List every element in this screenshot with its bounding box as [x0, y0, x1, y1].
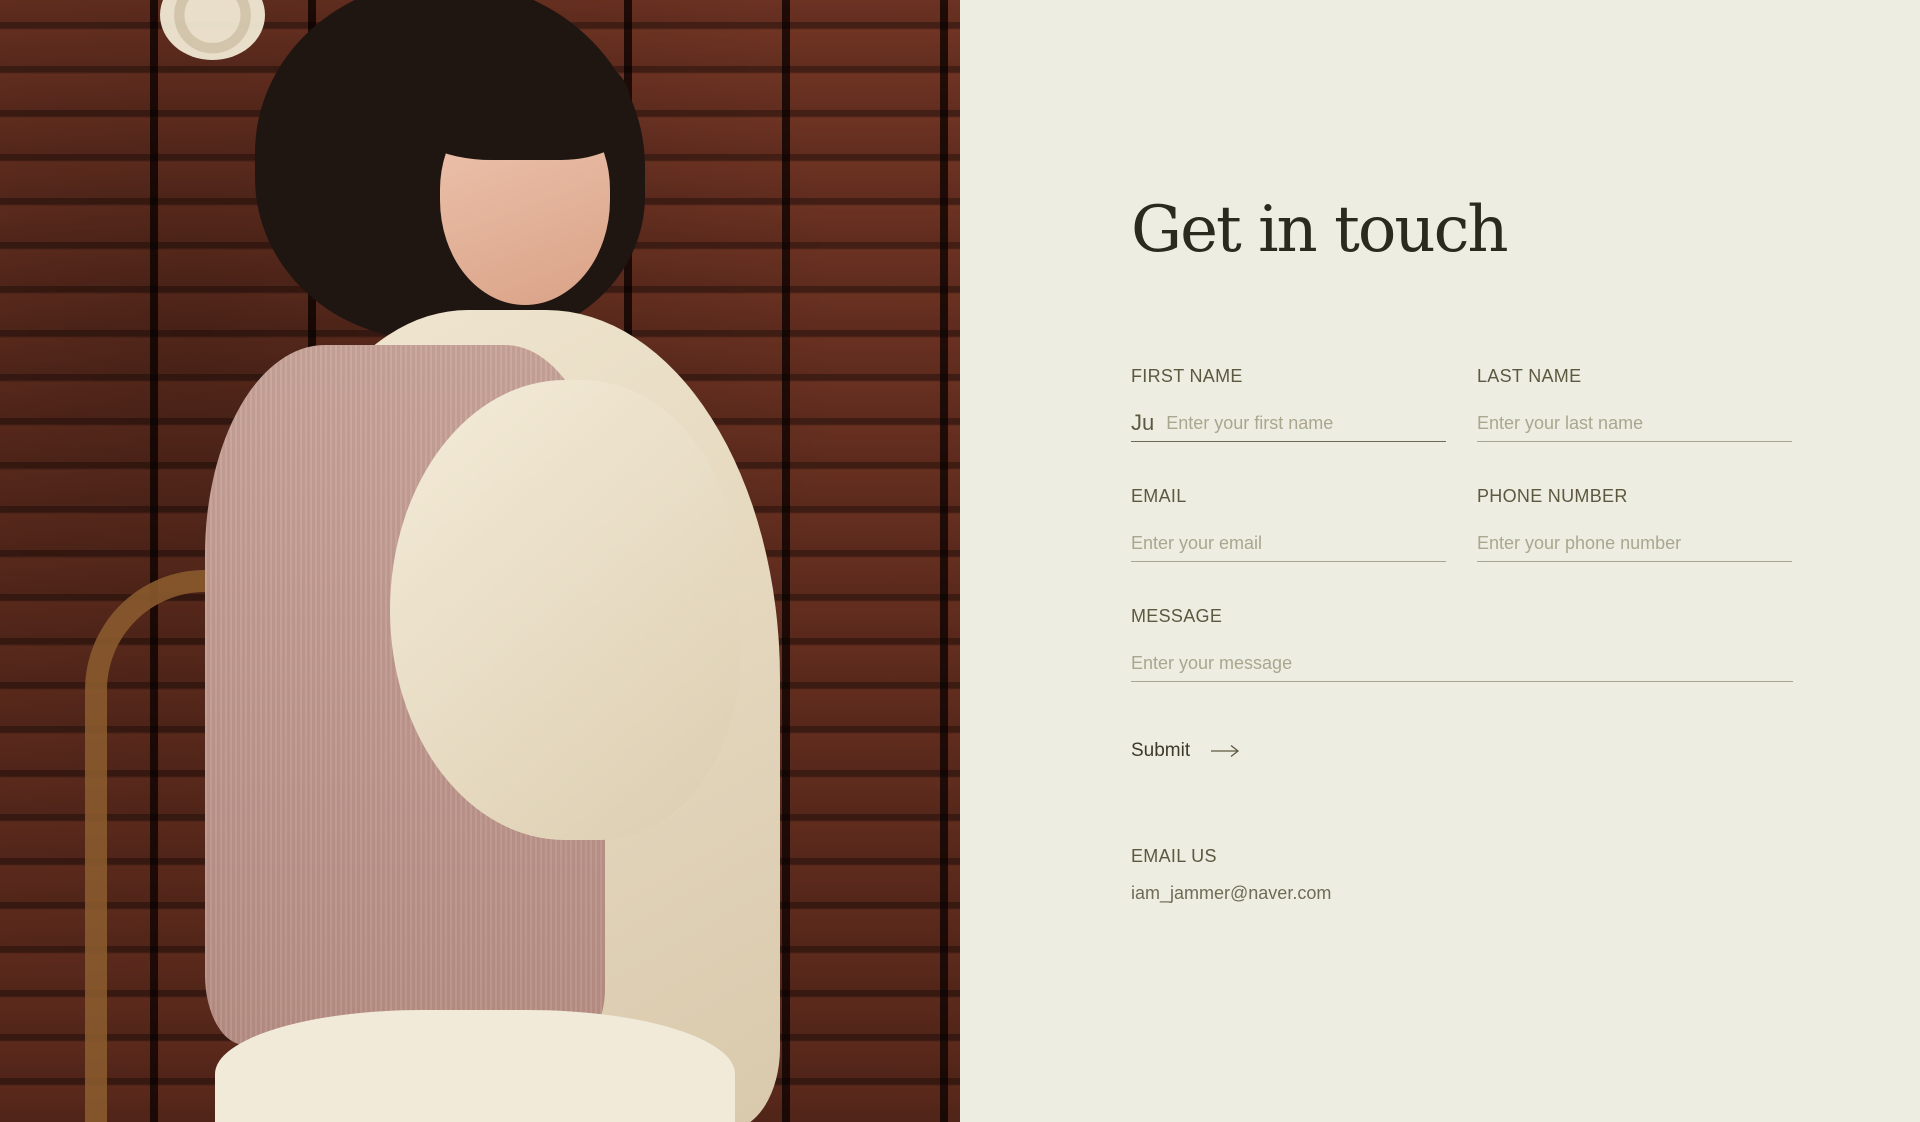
- submit-label: Submit: [1131, 740, 1191, 761]
- email-label: EMAIL: [1131, 486, 1187, 506]
- message-label: MESSAGE: [1131, 606, 1223, 626]
- email-field: EMAIL: [1131, 486, 1446, 562]
- contact-row: EMAIL PHONE NUMBER: [1131, 486, 1796, 562]
- last-name-line: [1477, 409, 1792, 442]
- phone-field: PHONE NUMBER: [1477, 486, 1792, 562]
- first-name-label: FIRST NAME: [1131, 366, 1243, 386]
- last-name-label: LAST NAME: [1477, 366, 1582, 386]
- phone-line: [1477, 529, 1792, 562]
- submit-button[interactable]: Submit: [1131, 740, 1240, 762]
- blouse-sleeve: [390, 380, 740, 840]
- first-name-input[interactable]: [1166, 410, 1446, 436]
- first-name-typed-value: Ju: [1131, 410, 1155, 435]
- phone-label: PHONE NUMBER: [1477, 486, 1628, 506]
- last-name-field: LAST NAME: [1477, 366, 1792, 442]
- email-us-label: EMAIL US: [1131, 846, 1217, 866]
- first-name-line: Ju: [1131, 409, 1446, 442]
- hero-photo: [0, 0, 960, 1122]
- message-field: MESSAGE: [1131, 606, 1793, 682]
- contact-panel: Get in touch FIRST NAME Ju LAST NAME: [960, 0, 1920, 1122]
- model-bangs: [400, 40, 630, 160]
- white-skirt: [215, 1010, 735, 1122]
- phone-input[interactable]: [1477, 530, 1792, 556]
- contact-form: FIRST NAME Ju LAST NAME: [1131, 366, 1796, 762]
- message-line: [1131, 649, 1793, 682]
- email-line: [1131, 529, 1446, 562]
- name-row: FIRST NAME Ju LAST NAME: [1131, 366, 1796, 442]
- contact-form-container: Get in touch FIRST NAME Ju LAST NAME: [1131, 190, 1796, 904]
- last-name-input[interactable]: [1477, 410, 1792, 436]
- message-input[interactable]: [1131, 650, 1793, 676]
- first-name-field: FIRST NAME Ju: [1131, 366, 1446, 442]
- arrow-right-icon: [1210, 744, 1240, 758]
- email-input[interactable]: [1131, 530, 1446, 556]
- page-title: Get in touch: [1131, 193, 1509, 267]
- page: Get in touch FIRST NAME Ju LAST NAME: [0, 0, 1920, 1122]
- contact-email-link[interactable]: iam_jammer@naver.com: [1131, 883, 1331, 904]
